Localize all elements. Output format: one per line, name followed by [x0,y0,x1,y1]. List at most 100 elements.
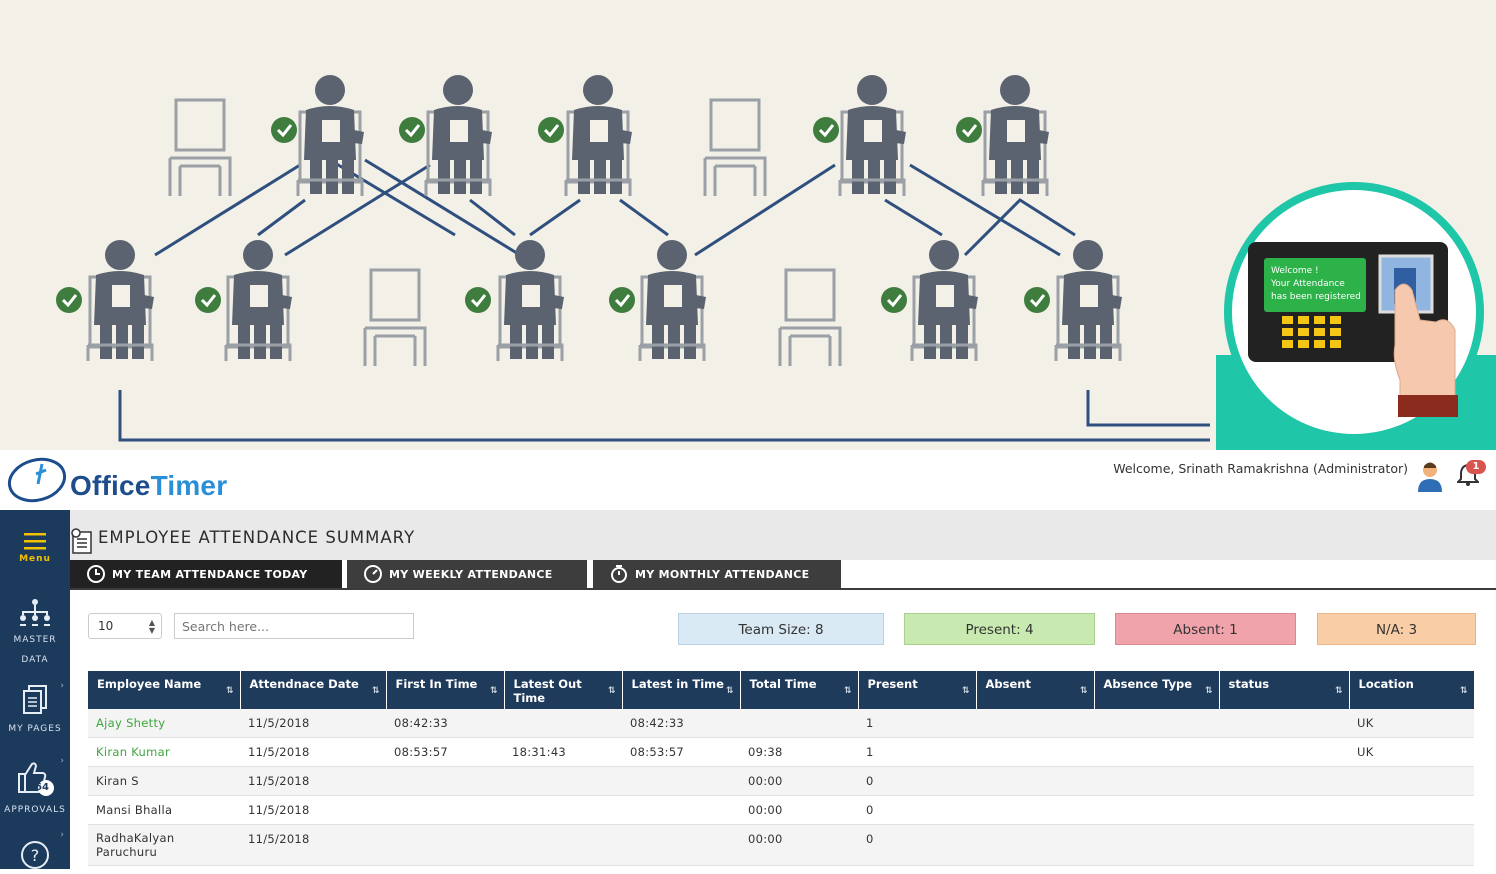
search-input[interactable] [174,613,414,639]
sidebar-item-master-data[interactable]: MASTER DATA [0,598,70,670]
column-header[interactable]: Employee Name ⇅ [88,671,241,709]
table-cell: 1 [858,737,976,767]
employee-name: RadhaKalyan Paruchuru [88,824,240,866]
tab-label: MY TEAM ATTENDANCE TODAY [112,567,308,581]
tab-my-team-attendance-today[interactable]: MY TEAM ATTENDANCE TODAY [70,560,342,588]
table-cell [1219,795,1349,825]
column-header[interactable]: Location ⇅ [1349,671,1475,709]
sort-icon: ⇅ [725,686,734,696]
table-cell [976,766,1094,796]
table-cell [1349,795,1474,825]
column-header[interactable]: First In Time ⇅ [386,671,505,709]
sort-icon: ⇅ [1079,686,1088,696]
column-header-label: Total Time [749,677,817,691]
table-cell [1219,709,1349,738]
table-cell: 11/5/2018 [240,709,386,738]
table-cell: 0 [858,795,976,825]
column-header[interactable]: status ⇅ [1219,671,1350,709]
tab-label: MY WEEKLY ATTENDANCE [389,567,553,581]
table-cell: 00:00 [740,766,858,796]
table-row: RadhaKalyan Paruchuru 11/5/2018 00:00 0 [88,824,1474,866]
column-header-label: Present [867,677,918,691]
employee-name: Kiran S [88,766,240,796]
tab-bar: MY TEAM ATTENDANCE TODAY MY WEEKLY ATTEN… [70,560,1496,590]
tab-my-monthly-attendance[interactable]: MY MONTHLY ATTENDANCE [593,560,841,588]
employee-name-link[interactable]: Ajay Shetty [88,709,240,738]
table-cell: 08:53:57 [386,737,504,767]
column-header-label: Absent [985,677,1031,691]
table-cell [1094,766,1219,796]
table-cell [504,766,622,796]
sidebar-item-label: APPROVALS [4,805,66,815]
table-cell [1094,737,1219,767]
column-header-label: Absence Type [1103,677,1193,691]
table-cell: 00:00 [740,824,858,866]
sidebar-item-label: Menu [19,554,51,564]
stopwatch-icon [611,565,627,583]
table-cell [1094,709,1219,738]
chevron-right-icon: › [60,756,64,766]
column-header[interactable]: Total Time ⇅ [740,671,859,709]
sort-icon: ⇅ [225,686,234,696]
table-cell [504,709,622,738]
table-row: Ajay Shetty 11/5/2018 08:42:33 08:42:33 … [88,709,1474,738]
approvals-count-badge: 64 [35,782,49,793]
table-cell: UK [1349,709,1474,738]
sidebar-item-menu[interactable]: Menu [0,532,70,564]
page-length-value: 10 [98,619,114,633]
device-message-line: Welcome ! [1271,266,1319,276]
sidebar-item-approvals[interactable]: 64 › APPROVALS [0,756,70,820]
officetimer-logo[interactable]: OfficeTimer [6,454,227,504]
table-cell: 00:00 [740,795,858,825]
column-header[interactable]: Latest Out Time ⇅ [504,671,623,709]
table-cell [386,766,504,796]
table-row: Kiran S 11/5/2018 00:00 0 [88,766,1474,796]
help-icon: ? [21,841,49,869]
table-cell [740,709,858,738]
table-cell [976,795,1094,825]
table-cell: 18:31:43 [504,737,622,767]
table-cell [1094,795,1219,825]
table-cell: 08:42:33 [386,709,504,738]
table-row: Mansi Bhalla 11/5/2018 00:00 0 [88,795,1474,825]
sort-icon: ⇅ [843,686,852,696]
table-cell [386,795,504,825]
timer-icon [364,565,382,583]
sort-icon: ⇅ [1334,686,1343,696]
logo-text-office: Office [70,470,151,501]
column-header[interactable]: Absence Type ⇅ [1094,671,1220,709]
hamburger-icon [24,533,46,550]
page-length-select[interactable]: 10 ▲ ▼ [88,613,162,639]
table-cell [622,795,740,825]
table-cell: 1 [858,709,976,738]
na-stat[interactable]: N/A: 3 [1317,613,1476,645]
table-cell [1219,824,1349,866]
sidebar-item-my-pages[interactable]: › MY PAGES [0,681,70,739]
column-header[interactable]: Absent ⇅ [976,671,1095,709]
team-size-stat: Team Size: 8 [678,613,884,645]
column-header-label: Employee Name [97,677,202,691]
tab-my-weekly-attendance[interactable]: MY WEEKLY ATTENDANCE [347,560,587,588]
column-header[interactable]: Attendnace Date ⇅ [240,671,387,709]
table-cell [504,795,622,825]
sidebar-item-label: MASTER DATA [13,635,57,665]
employee-name-link[interactable]: Kiran Kumar [88,737,240,767]
app-header: OfficeTimer Welcome, Srinath Ramakrishna… [0,450,1496,510]
main-content: EMPLOYEE ATTENDANCE SUMMARY MY TEAM ATTE… [70,510,1496,869]
absent-stat[interactable]: Absent: 1 [1115,613,1296,645]
table-cell [976,737,1094,767]
chevron-right-icon: › [60,681,64,691]
table-cell: 0 [858,766,976,796]
column-header[interactable]: Present ⇅ [858,671,977,709]
logo-text-timer: Timer [150,470,228,501]
notification-badge: 1 [1466,460,1486,474]
present-stat[interactable]: Present: 4 [904,613,1095,645]
table-cell [976,709,1094,738]
column-header[interactable]: Latest in Time ⇅ [622,671,741,709]
table-cell [386,824,504,866]
attendance-table: Employee Name ⇅ Attendnace Date ⇅ First In… [88,671,1475,866]
employee-name: Mansi Bhalla [88,795,240,825]
table-cell: 11/5/2018 [240,795,386,825]
user-avatar-icon[interactable] [1416,460,1444,492]
table-cell [1349,824,1474,866]
